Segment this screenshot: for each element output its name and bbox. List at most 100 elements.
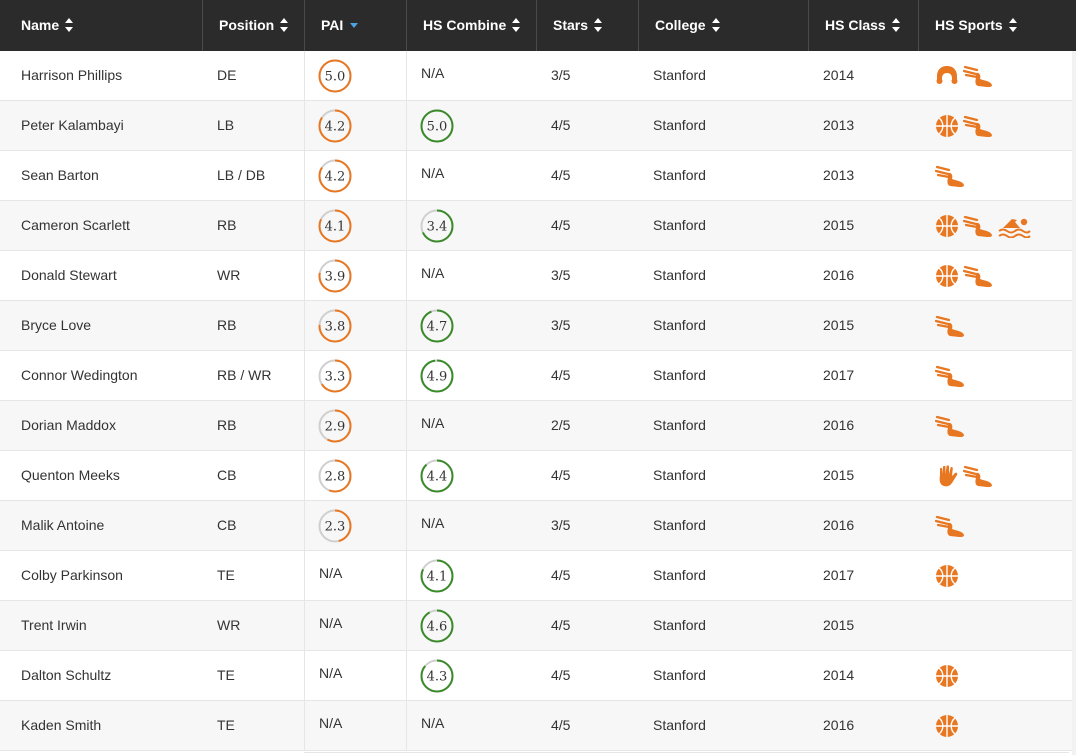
hs-class: 2013 [823, 117, 855, 133]
column-header-label: PAI [321, 17, 344, 33]
player-position: WR [217, 617, 241, 633]
combine-score: N/A [421, 265, 445, 281]
column-header-position[interactable]: Position [203, 0, 305, 51]
players-table: Name Position PAI HS Combine Stars College HS … [0, 0, 1076, 755]
combine-score-ring: 4.6 [420, 609, 454, 643]
track-icon [935, 515, 964, 537]
column-header-label: Stars [553, 17, 589, 33]
hs-class: 2017 [823, 367, 855, 383]
hs-class: 2015 [823, 217, 855, 233]
hs-class: 2014 [823, 67, 855, 83]
track-icon [935, 315, 964, 337]
ring-value: 4.2 [325, 120, 346, 135]
column-header-name[interactable]: Name [5, 0, 203, 51]
player-position: WR [217, 267, 241, 283]
player-position: LB / DB [217, 167, 266, 183]
player-position: RB [217, 217, 237, 233]
hs-class: 2016 [823, 417, 855, 433]
ring-value: 5.0 [325, 70, 346, 85]
stars-rating: 4/5 [551, 117, 571, 133]
basketball-icon [936, 215, 958, 237]
column-header-college[interactable]: College [639, 0, 809, 51]
player-name: Bryce Love [21, 317, 92, 333]
column-header-label: Position [219, 17, 275, 33]
player-position: CB [217, 517, 237, 533]
ring-value: 3.8 [325, 320, 346, 335]
table-row[interactable]: Kaden Smith TE N/A N/A 4/5 Stanford 2016 [0, 701, 1076, 751]
column-header-hs-class[interactable]: HS Class [809, 0, 919, 51]
hs-sports-icons [935, 464, 997, 488]
table-row[interactable]: Malik Antoine CB 2.3 N/A 3/5 Stanford 2016 [0, 501, 1076, 551]
stars-rating: 2/5 [551, 417, 571, 433]
column-header-label: College [655, 17, 706, 33]
table-row[interactable]: Colby Parkinson TE N/A 4.1 4/5 Stanford 2017 [0, 551, 1076, 601]
table-row[interactable]: Trent Irwin WR N/A 4.6 4/5 Stanford 2015 [0, 601, 1076, 651]
college-name: Stanford [653, 517, 706, 533]
sort-icon [65, 18, 74, 33]
stars-rating: 3/5 [551, 317, 571, 333]
track-icon [963, 65, 992, 87]
stars-rating: 3/5 [551, 67, 571, 83]
basketball-icon [936, 115, 958, 137]
swimming-icon [998, 218, 1031, 238]
player-name: Malik Antoine [21, 517, 105, 533]
hs-sports-icons [935, 214, 1035, 238]
college-name: Stanford [653, 717, 706, 733]
college-name: Stanford [653, 617, 706, 633]
college-name: Stanford [653, 67, 706, 83]
hs-sports-icons [935, 364, 969, 388]
stars-rating: 4/5 [551, 567, 571, 583]
stars-rating: 4/5 [551, 617, 571, 633]
player-name: Quenton Meeks [21, 467, 120, 483]
column-header-hs-combine[interactable]: HS Combine [407, 0, 537, 51]
player-position: RB / WR [217, 367, 272, 383]
hs-sports-icons [935, 664, 963, 688]
pai-score-ring: 3.9 [318, 259, 352, 293]
basketball-icon [936, 265, 958, 287]
combine-score: N/A [421, 515, 445, 531]
college-name: Stanford [653, 567, 706, 583]
pai-score-ring: 4.2 [318, 159, 352, 193]
ring-value: 4.2 [325, 170, 346, 185]
hs-sports-icons [935, 64, 997, 88]
hs-class: 2015 [823, 617, 855, 633]
hs-sports-icons [935, 414, 969, 438]
hs-sports-icons [935, 314, 969, 338]
college-name: Stanford [653, 167, 706, 183]
track-icon [963, 465, 992, 487]
table-row[interactable]: Connor Wedington RB / WR 3.3 4.9 4/5 Stanford… [0, 351, 1076, 401]
player-name: Trent Irwin [21, 617, 87, 633]
combine-score: N/A [421, 165, 445, 181]
column-header-stars[interactable]: Stars [537, 0, 639, 51]
stars-rating: 3/5 [551, 517, 571, 533]
combine-score-ring: 4.4 [420, 459, 454, 493]
table-row[interactable]: Dalton Schultz TE N/A 4.3 4/5 Stanford 2014 [0, 651, 1076, 701]
table-row[interactable]: Donald Stewart WR 3.9 N/A 3/5 Stanford 2016 [0, 251, 1076, 301]
table-body: Harrison Phillips DE 5.0 N/A 3/5 Stanford 2014… [0, 51, 1076, 751]
stars-rating: 4/5 [551, 667, 571, 683]
track-icon [935, 415, 964, 437]
sort-icon [1008, 18, 1018, 33]
table-row[interactable]: Quenton Meeks CB 2.8 4.4 4/5 Stanford 2015 [0, 451, 1076, 501]
player-position: CB [217, 467, 237, 483]
ring-value: 4.9 [427, 370, 448, 385]
scrollbar-track[interactable] [1072, 51, 1076, 755]
college-name: Stanford [653, 267, 706, 283]
combine-score-ring: 4.9 [420, 359, 454, 393]
player-name: Harrison Phillips [21, 67, 123, 83]
ring-value: 4.6 [427, 620, 448, 635]
table-row[interactable]: Dorian Maddox RB 2.9 N/A 2/5 Stanford 2016 [0, 401, 1076, 451]
table-row[interactable]: Cameron Scarlett RB 4.1 3.4 4/5 Stanford 2015 [0, 201, 1076, 251]
track-icon [935, 165, 964, 187]
sort-desc-icon [350, 22, 359, 28]
column-header-hs-sports[interactable]: HS Sports [919, 0, 1069, 51]
table-row[interactable]: Harrison Phillips DE 5.0 N/A 3/5 Stanford 2014 [0, 51, 1076, 101]
table-row[interactable]: Peter Kalambayi LB 4.2 5.0 4/5 Stanford 2013 [0, 101, 1076, 151]
table-row[interactable]: Bryce Love RB 3.8 4.7 3/5 Stanford 2015 [0, 301, 1076, 351]
table-row[interactable]: Sean Barton LB / DB 4.2 N/A 4/5 Stanford 2013 [0, 151, 1076, 201]
player-name: Dalton Schultz [21, 667, 112, 683]
column-header-pai[interactable]: PAI [305, 0, 407, 51]
pai-score: N/A [319, 615, 343, 631]
hs-sports-icons [935, 264, 997, 288]
pai-score-ring: 2.8 [318, 459, 352, 493]
